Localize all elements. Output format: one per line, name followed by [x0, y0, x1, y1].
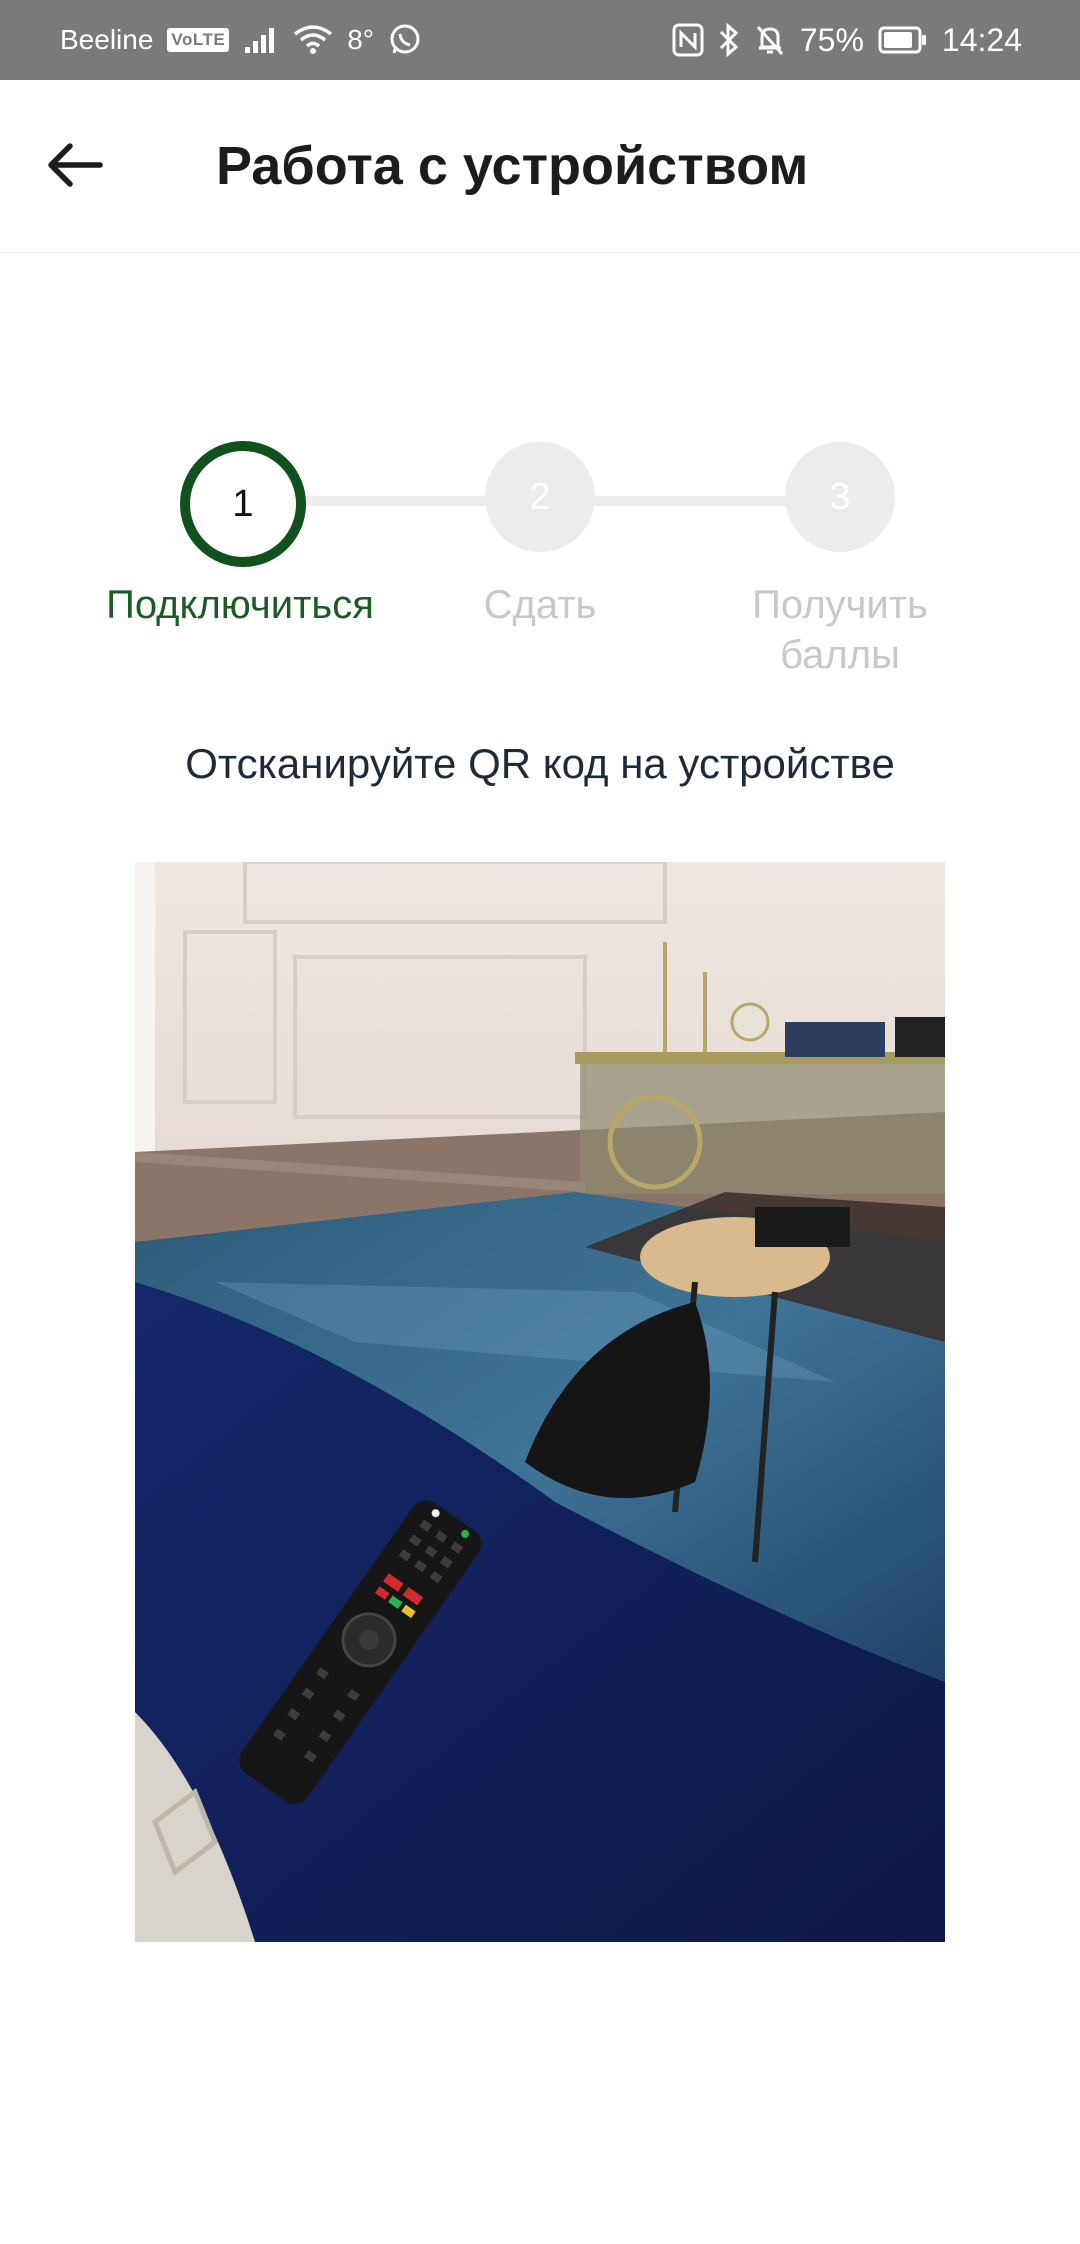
whatsapp-icon [388, 23, 422, 57]
step-2-label: Сдать [483, 583, 597, 627]
wifi-icon [293, 24, 333, 56]
arrow-left-icon [48, 143, 103, 187]
nfc-icon [672, 23, 704, 57]
battery-percent: 75% [799, 21, 864, 58]
step-3-indicator: 3 [785, 442, 895, 552]
stepper-connector-1 [295, 496, 495, 506]
scan-instruction: Отсканируйте QR код на устройстве [185, 740, 895, 787]
page-title: Работа с устройством [216, 136, 809, 196]
app-bar: Работа с устройством [0, 80, 1080, 253]
camera-preview[interactable] [135, 862, 945, 1942]
step-1-number: 1 [232, 482, 254, 525]
progress-stepper: 1 2 3 Подключиться Сдать Получить баллы [0, 430, 1080, 690]
step-2-number: 2 [529, 475, 551, 518]
mute-bell-icon [754, 23, 786, 57]
back-button[interactable] [40, 130, 120, 200]
battery-icon [878, 25, 928, 55]
carrier-name: Beeline [60, 24, 154, 55]
step-2-indicator: 2 [485, 442, 595, 552]
step-1-indicator: 1 [180, 441, 306, 567]
status-bar: Beeline VoLTE 8° 75% 14:24 [0, 0, 1080, 80]
step-3-number: 3 [829, 475, 851, 518]
stepper-connector-2 [590, 496, 800, 506]
bluetooth-icon [718, 23, 740, 57]
step-1-label: Подключиться [106, 583, 374, 627]
step-3-label: Получить баллы [752, 583, 928, 677]
clock: 14:24 [941, 21, 1022, 58]
volte-badge: VoLTE [167, 28, 230, 52]
signal-icon [243, 25, 279, 55]
temperature: 8° [347, 24, 374, 55]
